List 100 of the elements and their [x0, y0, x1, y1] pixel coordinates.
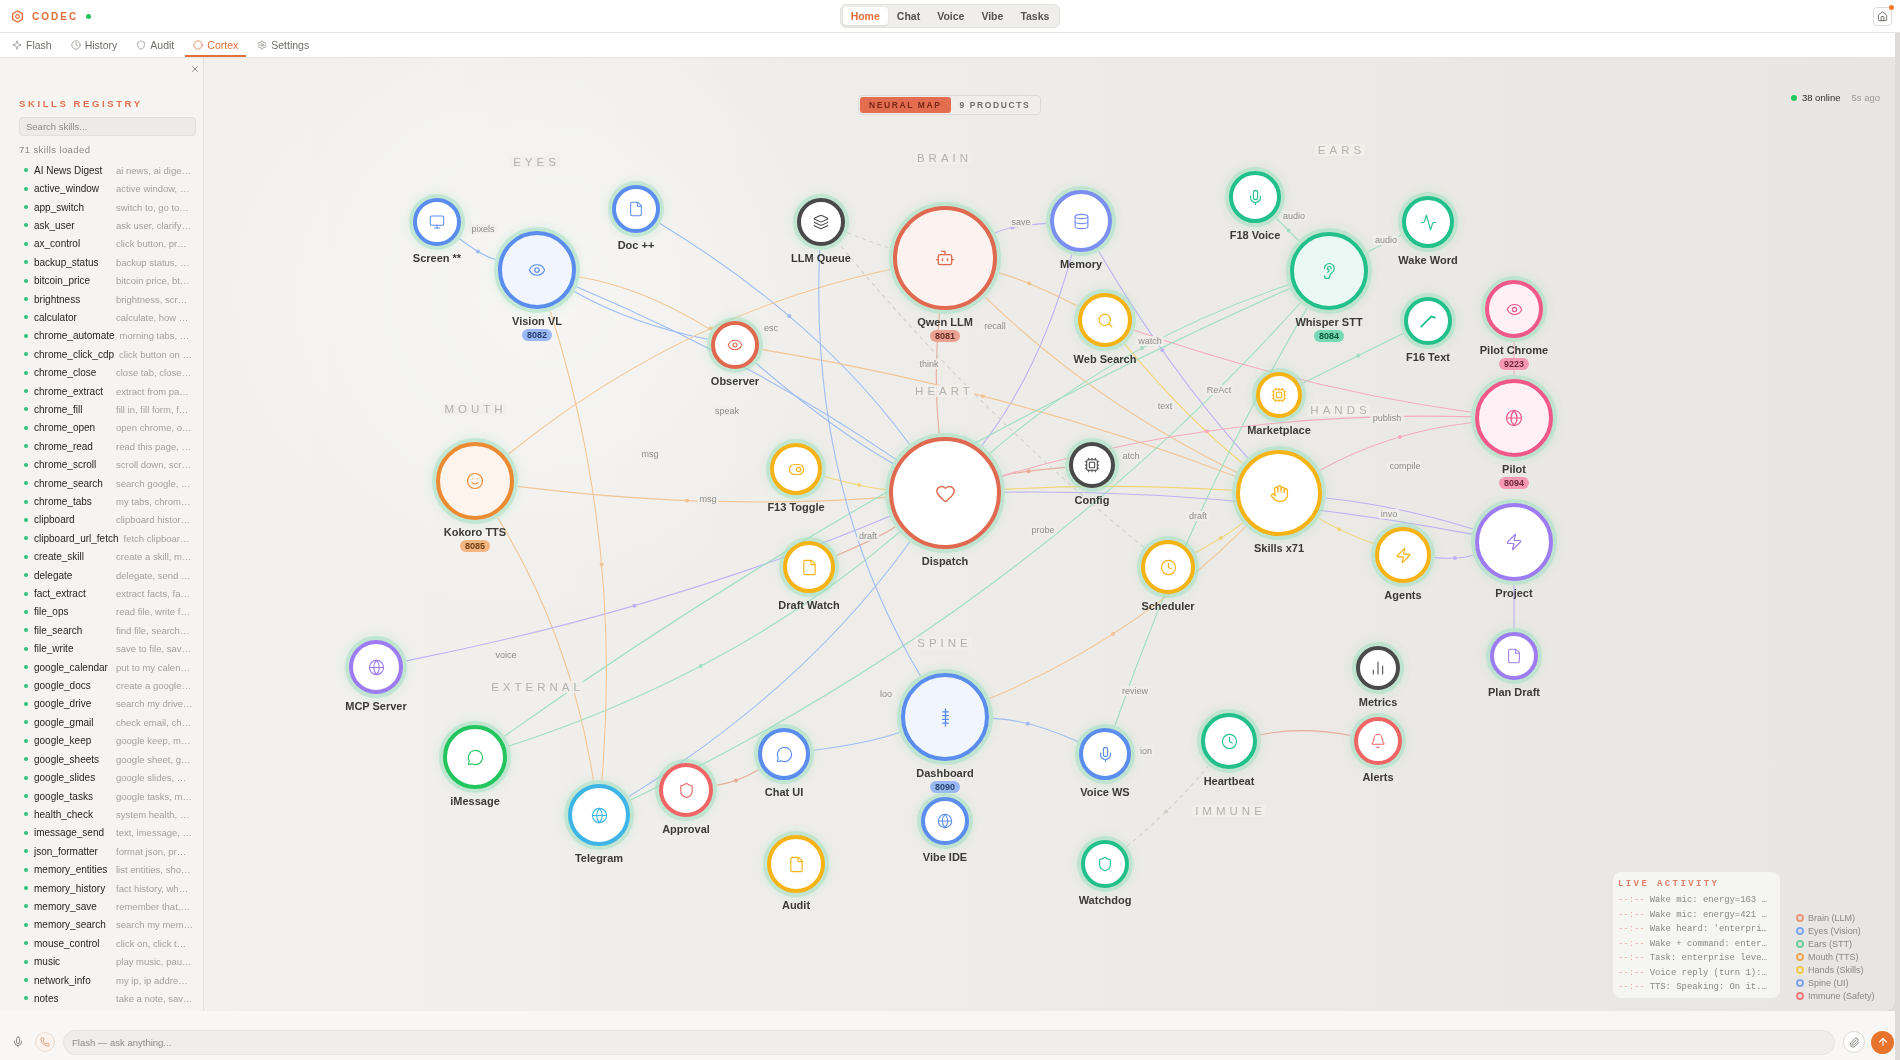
attach-button[interactable]: [1843, 1031, 1865, 1053]
skill-name: ask_user: [34, 219, 76, 231]
status-dot-icon: [24, 738, 28, 743]
skill-description: text, imessage, …: [116, 827, 193, 839]
skill-name: AI News Digest: [34, 164, 104, 176]
skill-name: brightness: [34, 293, 82, 305]
skill-description: find file, search…: [116, 624, 190, 636]
activity-text: Wake mic: energy=163 …: [1649, 894, 1767, 907]
home-button[interactable]: [1873, 6, 1892, 26]
edge-label: esc: [762, 323, 780, 333]
clock-icon: [1220, 732, 1238, 750]
tab[interactable]: Settings: [249, 33, 318, 57]
smile-icon: [466, 472, 484, 490]
view-tab[interactable]: NEURAL MAP: [860, 97, 951, 113]
skills-count: 71 skills loaded: [19, 144, 92, 156]
status-dot-icon: [24, 554, 28, 559]
skill-name: google_calendar: [34, 661, 109, 673]
skill-description: google keep, m…: [116, 735, 191, 747]
activity-text: Wake mic: energy=421 …: [1649, 908, 1767, 922]
search-field[interactable]: Search skills...: [19, 117, 196, 136]
node-label: Kokoro TTS: [443, 525, 507, 539]
status-dot-icon: [24, 260, 28, 265]
node-label: Marketplace: [1247, 423, 1311, 437]
legend-label: Hands (Skills): [1808, 965, 1864, 975]
status-dot-icon: [24, 665, 28, 670]
skill-name: memory_history: [34, 882, 107, 894]
activity-time: --:--: [1618, 923, 1645, 936]
legend-label: Ears (STT): [1808, 939, 1852, 949]
send-button[interactable]: [1871, 1030, 1894, 1054]
skill-description: create a google…: [116, 680, 191, 692]
node-label: iMessage: [450, 794, 500, 808]
message-input[interactable]: Flash — ask anything...: [63, 1029, 1835, 1055]
tab[interactable]: Flash: [4, 33, 60, 57]
edge-label: atch: [1120, 451, 1142, 461]
skill-description: create a skill, m…: [116, 551, 192, 563]
status-dot-icon: [24, 683, 28, 688]
skill-name: create_skill: [34, 551, 86, 563]
skill-description: format json, pr…: [116, 845, 187, 857]
monitor-icon: [429, 214, 445, 230]
skill-description: check email, ch…: [116, 716, 191, 728]
port-badge: 8081: [930, 330, 960, 342]
legend-label: Eyes (Vision): [1808, 926, 1861, 936]
clock-icon: [1159, 558, 1177, 576]
skill-description: google slides, …: [116, 772, 187, 784]
skill-name: google_tasks: [34, 790, 94, 802]
status-dot-icon: [24, 205, 28, 209]
skill-name: chrome_read: [34, 440, 94, 452]
skill-name: health_check: [34, 808, 94, 820]
shield-icon: [677, 781, 695, 799]
node-label: Pilot Chrome: [1479, 343, 1549, 357]
status-dot-icon: [24, 168, 28, 173]
shield-icon: [136, 40, 147, 50]
activity-time: --:--: [1618, 908, 1645, 922]
node-label: Audit: [781, 898, 811, 912]
phone-button[interactable]: [35, 1032, 55, 1052]
chat-bubble-icon: [466, 748, 484, 766]
skill-name: memory_entities: [34, 864, 109, 876]
node-label: Vision VL: [512, 314, 562, 328]
lightning-icon: [1505, 533, 1523, 551]
view-tab[interactable]: 9 PRODUCTS: [950, 97, 1040, 113]
document-icon: [787, 855, 805, 873]
node-label: Agents: [1384, 588, 1422, 602]
skill-description: system health, …: [116, 808, 190, 820]
skill-description: read this page, …: [116, 440, 191, 452]
nav-tab[interactable]: Tasks: [1012, 7, 1058, 25]
skill-description: play music, pau…: [116, 956, 192, 968]
status-dot-icon: [24, 591, 28, 596]
legend-label: Brain (LLM): [1808, 913, 1855, 923]
skill-description: put to my calen…: [116, 661, 190, 673]
tab[interactable]: History: [62, 33, 126, 57]
node-label: Watchdog: [1078, 893, 1132, 907]
skill-name: fact_extract: [34, 588, 87, 600]
edge-label: speak: [713, 406, 741, 416]
document-icon: [628, 201, 644, 217]
close-button[interactable]: [189, 63, 201, 75]
lightning-icon: [1394, 546, 1412, 564]
bell-icon: [1370, 733, 1386, 749]
status-dot-icon: [24, 333, 28, 338]
skill-description: close tab, close…: [116, 367, 191, 379]
nav-tab[interactable]: Vibe: [973, 7, 1012, 25]
skill-name: google_slides: [34, 772, 97, 784]
edge-label: ReAct: [1204, 385, 1234, 395]
nav-tab[interactable]: Chat: [888, 7, 929, 25]
nav-tab[interactable]: Voice: [929, 7, 973, 25]
edge-label: msg: [697, 494, 719, 504]
nav-tab[interactable]: Home: [842, 7, 888, 25]
skill-description: click button on …: [119, 348, 192, 360]
node-label: Dispatch: [921, 554, 969, 568]
skill-description: my ip, ip addre…: [116, 974, 188, 986]
status-dot-icon: [24, 186, 28, 191]
edge-label: text: [1155, 401, 1175, 411]
skill-name: bitcoin_price: [34, 275, 92, 287]
skill-name: chrome_extract: [34, 385, 104, 397]
activity-time: --:--: [1618, 952, 1645, 965]
arrow-up-icon: [1876, 1036, 1889, 1048]
status-dot-icon: [24, 978, 28, 983]
node-label: Doc ++: [617, 238, 655, 252]
skill-description: clipboard histor…: [116, 514, 190, 526]
tab[interactable]: Audit: [128, 33, 183, 57]
skill-name: clipboard_url_fetch: [34, 532, 119, 544]
